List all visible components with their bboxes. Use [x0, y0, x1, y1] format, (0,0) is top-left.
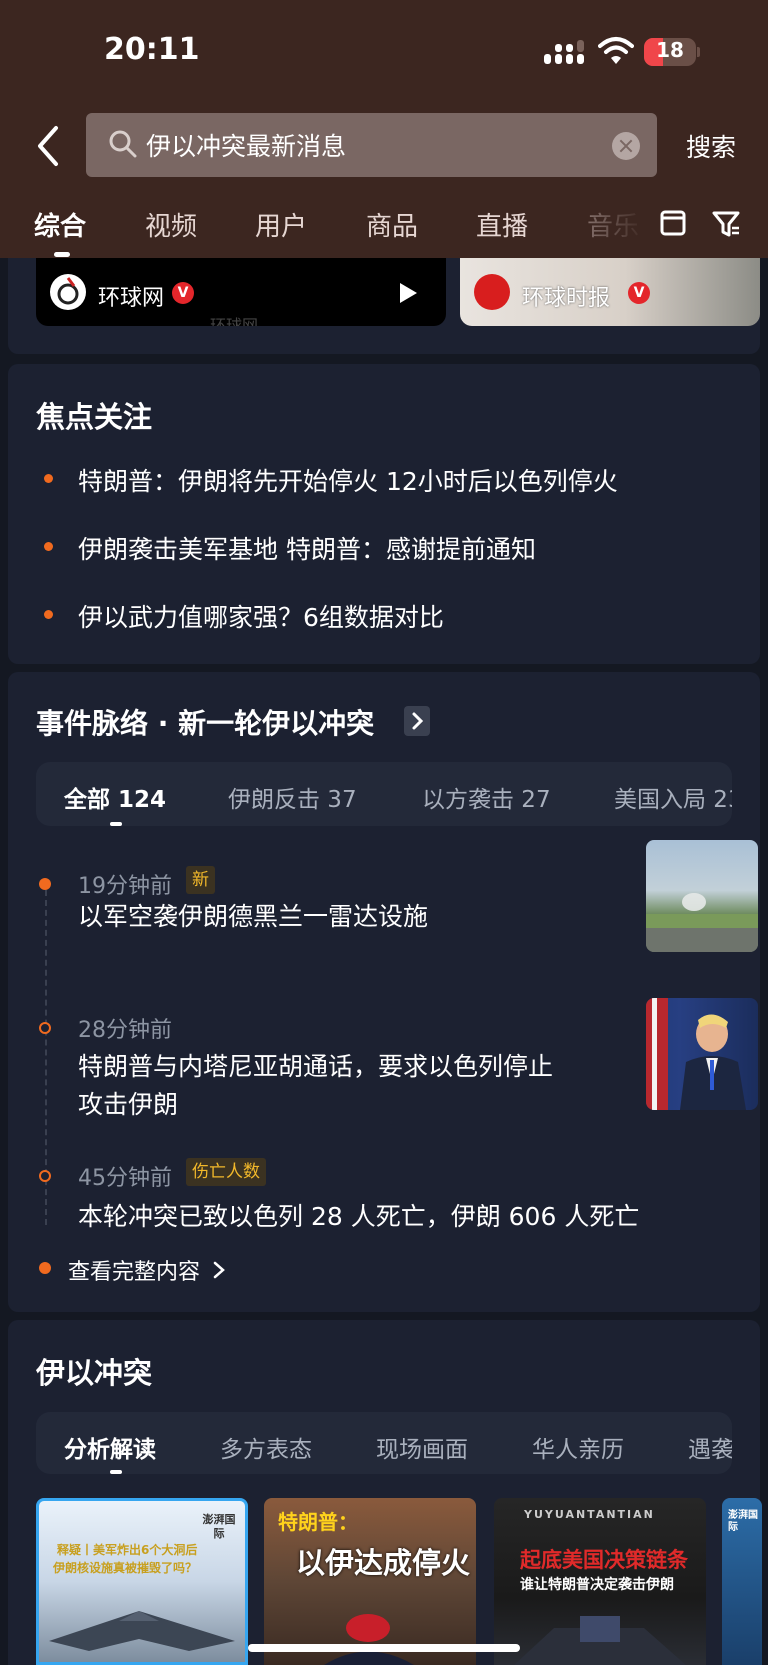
chip-israel-attack[interactable]: 以方袭击 27: [422, 780, 551, 814]
cellular-signal-icon: [544, 40, 584, 64]
pengpai-badge: 澎湃国际: [202, 1513, 236, 1540]
timeline-thumbnail[interactable]: [646, 998, 758, 1110]
media-account-huanqiushibao[interactable]: 环球时报 V: [460, 258, 760, 326]
tab-user[interactable]: 用户: [255, 206, 307, 243]
chevron-right-icon: [213, 1260, 225, 1285]
chip-statements[interactable]: 多方表态: [220, 1430, 312, 1464]
header: 20:11 18 伊以冲突最新消息 搜索 综合 视频 用户 商品 直播 音乐: [0, 0, 768, 258]
search-icon: [109, 130, 137, 158]
video-thumbnail[interactable]: 澎湃国际 释疑丨美军炸出6个大洞后 伊朗核设施真被摧毁了吗？: [36, 1498, 248, 1665]
timeline-item[interactable]: 45分钟前 伤亡人数 本轮冲突已致以色列 28 人死亡，伊朗 606 人死亡: [36, 1158, 736, 1250]
conflict-title: 伊以冲突: [36, 1356, 153, 1390]
timeline-text: 本轮冲突已致以色列 28 人死亡，伊朗 606 人死亡: [78, 1202, 640, 1231]
chip-all[interactable]: 全部 124: [64, 780, 166, 814]
chip-iran-counterattack[interactable]: 伊朗反击 37: [228, 780, 357, 814]
search-button[interactable]: 搜索: [686, 128, 736, 164]
clear-icon[interactable]: [612, 132, 640, 160]
filter-icon[interactable]: [712, 210, 740, 238]
media-accounts-card: 环球网 V 环球网 环球时报 V: [8, 258, 760, 354]
back-arrow-icon[interactable]: [34, 124, 66, 168]
battery-icon: 18: [644, 36, 700, 68]
chip-attacked[interactable]: 遇袭: [688, 1430, 732, 1464]
timeline-thumbnail[interactable]: [646, 840, 758, 952]
status-time: 20:11: [104, 32, 200, 67]
event-timeline-card: 事件脉络 · 新一轮伊以冲突 全部 124 伊朗反击 37 以方袭击 27 美国…: [8, 672, 760, 1312]
timeline-item[interactable]: 28分钟前 特朗普与内塔尼亚胡通话，要求以色列停止 攻击伊朗: [36, 998, 758, 1140]
category-tabs: 综合 视频 用户 商品 直播 音乐: [0, 200, 768, 250]
chip-us-involvement[interactable]: 美国入局 23: [614, 780, 732, 814]
casualties-tag: 伤亡人数: [186, 1158, 266, 1186]
event-title[interactable]: 事件脉络 · 新一轮伊以冲突: [36, 702, 374, 742]
timeline-text: 以军空袭伊朗德黑兰一雷达设施: [78, 902, 429, 931]
tab-goods[interactable]: 商品: [366, 206, 418, 243]
view-full-content-link[interactable]: 查看完整内容: [68, 1254, 225, 1286]
timeline-time: 19分钟前: [78, 874, 172, 899]
bomber-image: [49, 1611, 235, 1651]
chevron-right-icon[interactable]: [404, 706, 430, 736]
huanqiuwang-logo-icon: [50, 274, 86, 310]
new-tag: 新: [186, 866, 215, 894]
timeline-text-line2: 攻击伊朗: [78, 1090, 179, 1119]
focus-card: 焦点关注 特朗普：伊朗将先开始停火 12小时后以色列停火 伊朗袭击美军基地 特朗…: [8, 364, 760, 664]
search-query: 伊以冲突最新消息: [146, 132, 347, 161]
wifi-icon: [598, 37, 634, 64]
conflict-videos-card: 伊以冲突 分析解读 多方表态 现场画面 华人亲历 遇袭 澎湃国际 释疑丨美军炸出…: [8, 1320, 762, 1665]
chip-active-indicator: [110, 1470, 122, 1474]
chip-active-indicator: [110, 822, 122, 826]
timeline-time: 45分钟前: [78, 1166, 172, 1191]
home-indicator[interactable]: [248, 1644, 520, 1652]
verified-icon: V: [628, 282, 650, 304]
timeline-time: 28分钟前: [78, 1018, 172, 1043]
pengpai-badge: 澎湃国际: [728, 1510, 758, 1533]
video-thumbnail[interactable]: 澎湃国际: [722, 1498, 762, 1665]
tab-all[interactable]: 综合: [34, 206, 86, 243]
event-filter-row: 全部 124 伊朗反击 37 以方袭击 27 美国入局 23: [36, 762, 732, 826]
media-name: 环球网: [98, 286, 165, 311]
video-thumbnail[interactable]: YUYUANTANTIAN 起底美国决策链条 谁让特朗普决定袭击伊朗: [494, 1498, 706, 1665]
video-watermark: 环球网: [210, 316, 259, 326]
chip-scene[interactable]: 现场画面: [376, 1430, 468, 1464]
tab-video[interactable]: 视频: [145, 206, 197, 243]
focus-title: 焦点关注: [36, 400, 153, 434]
media-name: 环球时报: [522, 286, 611, 311]
play-icon[interactable]: [398, 282, 418, 304]
conflict-chip-row: 分析解读 多方表态 现场画面 华人亲历 遇袭: [36, 1412, 732, 1474]
battery-level: 18: [656, 38, 684, 62]
chip-analysis[interactable]: 分析解读: [64, 1430, 156, 1464]
chip-chinese-experience[interactable]: 华人亲历: [532, 1430, 624, 1464]
timeline-item[interactable]: 19分钟前 新 以军空袭伊朗德黑兰一雷达设施: [36, 840, 758, 990]
video-thumbnail[interactable]: 特朗普： 以伊达成停火: [264, 1498, 476, 1665]
huanqiushibao-logo: [474, 274, 510, 310]
tab-list-icon[interactable]: [660, 208, 686, 238]
tab-active-indicator: [54, 252, 70, 257]
media-account-huanqiuwang[interactable]: 环球网 V 环球网: [36, 258, 446, 326]
verified-icon: V: [172, 282, 194, 304]
search-input[interactable]: 伊以冲突最新消息: [86, 113, 657, 177]
timeline-text-line1: 特朗普与内塔尼亚胡通话，要求以色列停止: [78, 1052, 554, 1081]
tab-live[interactable]: 直播: [476, 206, 528, 243]
